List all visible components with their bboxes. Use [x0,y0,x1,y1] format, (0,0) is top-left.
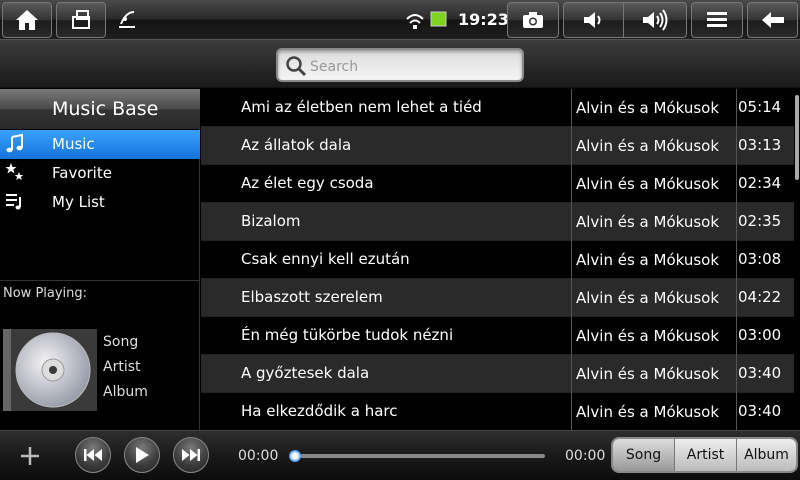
track-artist: Alvin és a Mókusok [571,89,737,127]
sidebar-item-favorite[interactable]: Favorite [0,159,200,188]
battery-icon [430,11,447,27]
track-title: Az élet egy csoda [241,174,374,192]
track-artist: Alvin és a Mókusok [571,355,737,393]
volume-down-icon [583,12,600,28]
track-duration: 03:40 [738,402,782,420]
camera-icon [523,12,543,28]
sidebar-item-music[interactable]: Music [0,130,200,159]
list-scrollbar[interactable] [795,95,799,180]
rotate-icon [72,10,90,29]
track-artist: Alvin és a Mókusok [571,165,737,203]
screenshot-button[interactable] [507,2,559,38]
progress-thumb[interactable] [289,450,301,462]
track-title: Ha elkezdődik a harc [241,402,398,420]
wifi-icon [406,14,424,29]
track-duration: 02:35 [738,212,782,230]
table-row[interactable]: Az állatok dala Alvin és a Mókusok 03:13 [201,127,794,165]
track-title: Elbaszott szerelem [241,288,383,306]
sort-album-button[interactable]: Album [737,439,796,471]
now-playing-song: Song [103,334,139,350]
track-title: Az állatok dala [241,136,352,154]
add-button[interactable] [18,444,42,472]
music-note-icon [6,133,23,153]
track-artist: Alvin és a Mókusok [571,317,737,355]
sidebar-item-label: Music [52,135,95,153]
progress-track[interactable] [293,454,545,458]
signal-icon [116,8,138,34]
table-row[interactable]: Elbaszott szerelem Alvin és a Mókusok 04… [201,279,794,317]
search-icon [286,56,307,77]
track-artist: Alvin és a Mókusok [571,393,737,430]
play-icon [136,447,149,463]
home-icon [16,10,38,30]
status-bar: 19:23 [0,0,800,40]
track-duration: 02:34 [738,174,782,192]
track-title: Bizalom [241,212,301,230]
track-title: Ami az életben nem lehet a tiéd [241,98,482,116]
total-time: 00:00 [565,448,606,464]
track-title: Én még tükörbe tudok nézni [241,326,454,344]
track-artist: Alvin és a Mókusok [571,241,737,279]
elapsed-time: 00:00 [238,448,279,464]
track-artist: Alvin és a Mókusok [571,279,737,317]
track-duration: 03:13 [738,136,782,154]
volume-control [563,2,687,38]
volume-up-icon [642,9,667,31]
star-icon [5,163,24,180]
sort-song-button[interactable]: Song [613,439,675,471]
playlist-icon [6,194,21,210]
now-playing-label: Now Playing: [3,286,88,301]
track-duration: 04:22 [738,288,782,306]
sidebar-item-label: My List [52,193,105,211]
track-duration: 03:00 [738,326,782,344]
table-row[interactable]: Ami az életben nem lehet a tiéd Alvin és… [201,89,794,127]
back-button[interactable] [747,2,798,38]
sort-segmented-control: Song Artist Album [611,437,798,473]
track-title: Csak ennyi kell ezután [241,250,410,268]
now-playing-album: Album [103,384,148,400]
table-row[interactable]: Ha elkezdődik a harc Alvin és a Mókusok … [201,393,794,430]
sort-artist-button[interactable]: Artist [675,439,737,471]
next-button[interactable] [173,437,209,473]
search-box[interactable] [276,48,524,82]
rotate-button[interactable] [56,2,106,38]
table-row[interactable]: Csak ennyi kell ezután Alvin és a Mókuso… [201,241,794,279]
sidebar-item-my-list[interactable]: My List [0,188,200,217]
track-title: A győztesek dala [241,364,370,382]
volume-up-button[interactable] [625,3,686,37]
volume-down-button[interactable] [564,3,624,37]
track-duration: 05:14 [738,98,782,116]
table-row[interactable]: Én még tükörbe tudok nézni Alvin és a Mó… [201,317,794,355]
track-list: Ami az életben nem lehet a tiéd Alvin és… [201,89,800,430]
table-row[interactable]: Bizalom Alvin és a Mókusok 02:35 [201,203,794,241]
track-duration: 03:40 [738,364,782,382]
menu-button[interactable] [691,2,743,38]
skip-previous-icon [84,449,102,461]
home-button[interactable] [2,2,52,38]
menu-icon [707,12,727,27]
skip-next-icon [182,449,200,461]
plus-icon [21,447,39,465]
track-artist: Alvin és a Mókusok [571,203,737,241]
now-playing-artist: Artist [103,359,141,375]
back-icon [761,12,784,28]
divider [0,280,200,281]
table-row[interactable]: A győztesek dala Alvin és a Mókusok 03:4… [201,355,794,393]
table-row[interactable]: Az élet egy csoda Alvin és a Mókusok 02:… [201,165,794,203]
clock: 19:23 [458,10,509,29]
sidebar-item-label: Favorite [52,164,112,182]
previous-button[interactable] [75,437,111,473]
sidebar-title: Music Base [0,89,200,129]
album-art-cd-icon [3,329,97,411]
play-button[interactable] [124,437,160,473]
search-bar [0,40,800,88]
sidebar: Music Base Music Favorite My List Now Pl… [0,89,200,430]
search-input[interactable] [310,57,510,77]
track-duration: 03:08 [738,250,782,268]
track-artist: Alvin és a Mókusok [571,127,737,165]
